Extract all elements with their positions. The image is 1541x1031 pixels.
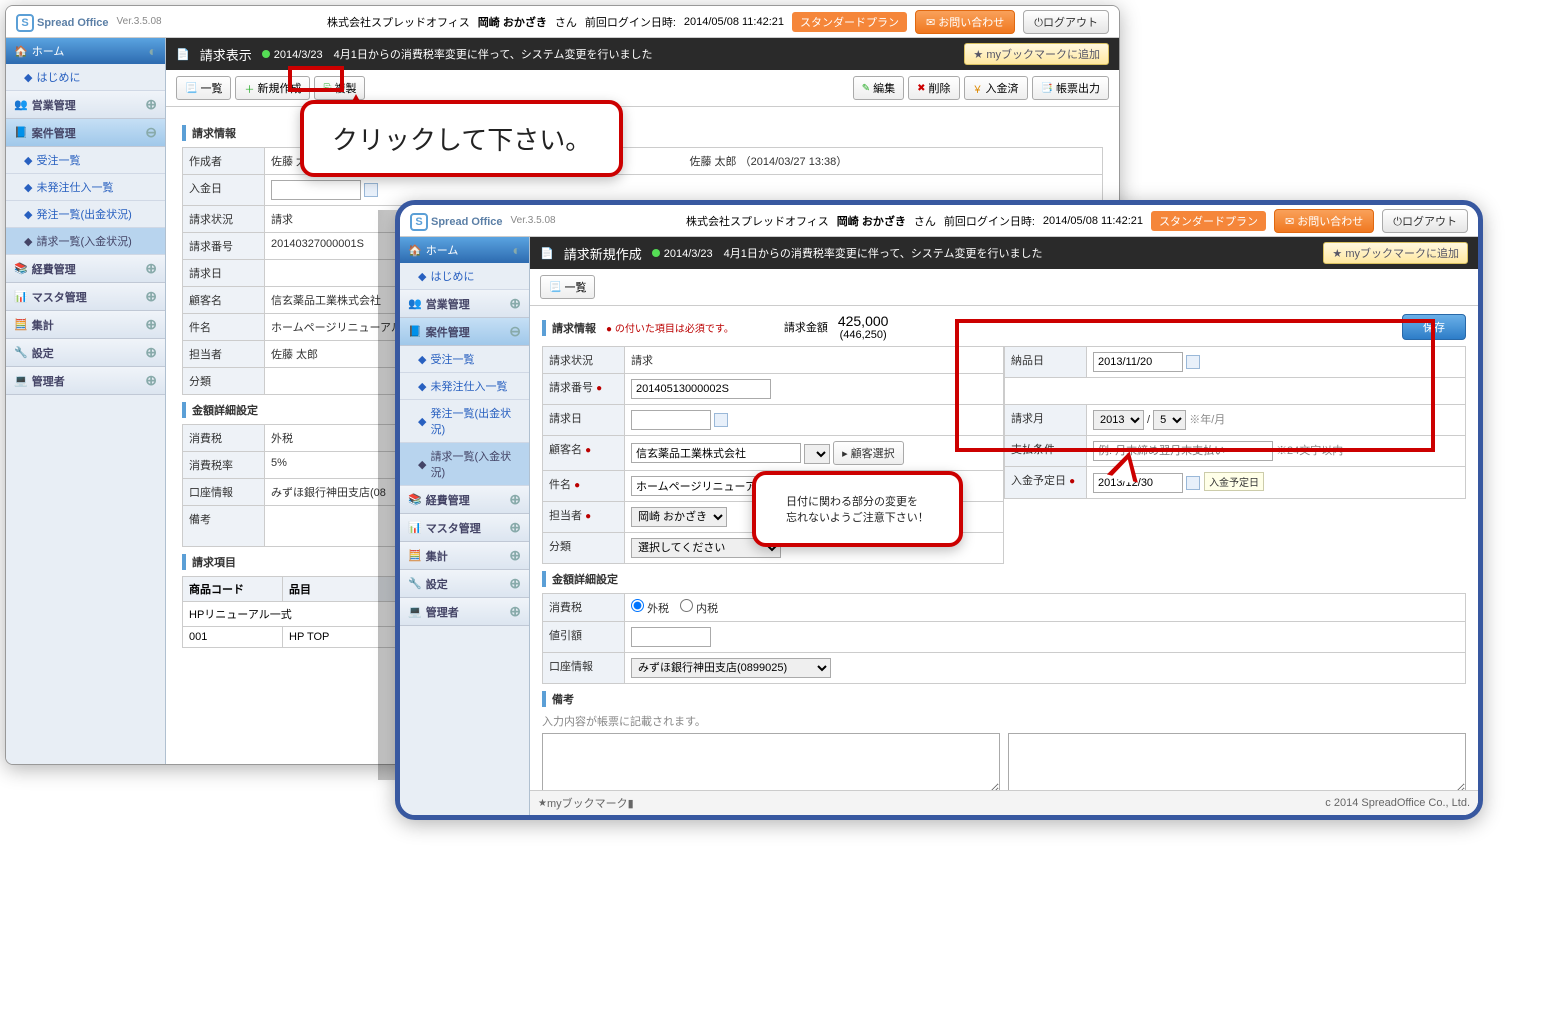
calendar-icon[interactable]: [1186, 355, 1200, 369]
sidebar-item-orders[interactable]: ◆ 受注一覧: [6, 147, 165, 174]
plan-badge-2: スタンダードプラン: [1151, 211, 1266, 231]
subject-label: 件名: [183, 314, 265, 340]
bookmark-button-2[interactable]: ★ myブックマークに追加: [1323, 242, 1468, 264]
tax-in-radio[interactable]: 内税: [680, 603, 718, 615]
list-button[interactable]: 📃一覧: [176, 76, 231, 100]
sidebar-cat-settings[interactable]: 🔧設定⊕: [6, 339, 165, 367]
bank-select[interactable]: みずほ銀行神田支店(0899025): [631, 658, 831, 678]
app-logo-2: SSpread Office: [410, 210, 503, 231]
delivery-date-input[interactable]: [1093, 352, 1183, 372]
sidebar-home-2[interactable]: 🏠 ホーム◐: [400, 237, 529, 263]
sidebar-home[interactable]: 🏠 ホーム◐: [6, 38, 165, 64]
title-bar: 📄 請求表示 2014/3/23 4月1日からの消費税率変更に伴って、システム変…: [166, 38, 1119, 70]
login-time-label: 前回ログイン日時:: [585, 14, 676, 30]
amount-value: 425,000: [838, 313, 889, 329]
app-header: SSpread Office Ver.3.5.08 株式会社スプレッドオフィス …: [6, 6, 1119, 38]
sidebar-cat-agg[interactable]: 🧮集計⊕: [6, 311, 165, 339]
calendar-icon[interactable]: [364, 183, 378, 197]
bill-year-select[interactable]: 2013: [1093, 410, 1144, 430]
tax-out-radio[interactable]: 外税: [631, 603, 669, 615]
calendar-icon[interactable]: [714, 413, 728, 427]
sidebar-cat-sales[interactable]: 👥営業管理⊕: [6, 91, 165, 119]
calendar-icon[interactable]: [1186, 476, 1200, 490]
tooltip: 入金予定日: [1204, 472, 1264, 491]
bill-month-select[interactable]: 5: [1153, 410, 1186, 430]
date-label: 請求日: [183, 260, 265, 286]
client-input[interactable]: [631, 443, 801, 463]
status-label: 請求状況: [183, 206, 265, 232]
invoice-date-input[interactable]: [631, 410, 711, 430]
logout-button[interactable]: ⏻ログアウト: [1023, 10, 1109, 34]
creator-label: 作成者: [183, 148, 265, 174]
footer-2: ★myブックマーク▮c 2014 SpreadOffice Co., Ltd.: [530, 790, 1478, 815]
amount-value-tax: (446,250): [838, 329, 889, 341]
system-notice: 2014/3/23 4月1日からの消費税率変更に伴って、システム変更を行いました: [262, 46, 955, 62]
app-header-2: SSpread Office Ver.3.5.08 株式会社スプレッドオフィス …: [400, 205, 1478, 237]
number-label: 請求番号: [183, 233, 265, 259]
sidebar-item-invoice[interactable]: ◆ 請求一覧(入金状況): [6, 228, 165, 255]
client-pick-button[interactable]: ▸ 顧客選択: [833, 441, 904, 465]
amount-label: 請求金額: [784, 319, 828, 335]
paid-button[interactable]: ￥入金済: [964, 76, 1028, 100]
new-button[interactable]: ＋新規作成: [235, 76, 310, 100]
person-label: 担当者: [183, 341, 265, 367]
callout-click: クリックして下さい。: [300, 100, 623, 177]
report-button[interactable]: 📑帳票出力: [1032, 76, 1109, 100]
page-title-2: 請求新規作成: [564, 244, 642, 263]
list-button-2[interactable]: 📃一覧: [540, 275, 595, 299]
sidebar-cat-admin[interactable]: 💻管理者⊕: [6, 367, 165, 395]
client-label: 顧客名: [183, 287, 265, 313]
note-textarea-1[interactable]: [542, 733, 1000, 790]
plan-badge: スタンダードプラン: [792, 12, 907, 32]
category-label: 分類: [183, 368, 265, 394]
paydate-label: 入金日: [183, 175, 265, 205]
note-textarea-2[interactable]: [1008, 733, 1466, 790]
company-name: 株式会社スプレッドオフィス: [327, 14, 470, 30]
sidebar-item-intro[interactable]: ◆ はじめに: [6, 64, 165, 91]
sidebar-2: 🏠 ホーム◐ ◆ はじめに 👥営業管理⊕ 📘案件管理⊖ ◆ 受注一覧 ◆ 未発注…: [400, 237, 530, 815]
user-name: 岡崎 おかざき: [478, 14, 547, 30]
toolbar-2: 📃一覧: [530, 269, 1478, 306]
sidebar-item-unordered[interactable]: ◆ 未発注仕入一覧: [6, 174, 165, 201]
page-title: 請求表示: [200, 45, 252, 64]
edit-button[interactable]: ✎編集: [853, 76, 904, 100]
save-button[interactable]: 保存: [1402, 314, 1466, 340]
callout-date-warning: 日付に関わる部分の変更を忘れないようご注意下さい！: [752, 471, 963, 547]
sidebar-cat-projects[interactable]: 📘案件管理⊖: [6, 119, 165, 147]
sidebar: 🏠 ホーム◐ ◆ はじめに 👥営業管理⊕ 📘案件管理⊖ ◆ 受注一覧 ◆ 未発注…: [6, 38, 166, 764]
logout-button-2[interactable]: ⏻ログアウト: [1382, 209, 1468, 233]
discount-input[interactable]: [631, 627, 711, 647]
sidebar-item-po[interactable]: ◆ 発注一覧(出金状況): [6, 201, 165, 228]
login-time: 2014/05/08 11:42:21: [684, 16, 784, 28]
invoice-number-input[interactable]: [631, 379, 771, 399]
app-version: Ver.3.5.08: [117, 16, 162, 27]
delete-button[interactable]: ✖削除: [908, 76, 959, 100]
page-icon: 📄: [176, 48, 190, 61]
bookmark-button[interactable]: ★ myブックマークに追加: [964, 43, 1109, 65]
page-icon-2: 📄: [540, 247, 554, 260]
client-select[interactable]: [804, 444, 830, 464]
required-note: ● の付いた項目は必須です。: [606, 320, 734, 335]
person-select[interactable]: 岡崎 おかざき: [631, 507, 727, 527]
sidebar-cat-expense[interactable]: 📚経費管理⊕: [6, 255, 165, 283]
title-bar-2: 📄 請求新規作成 2014/3/23 4月1日からの消費税率変更に伴って、システ…: [530, 237, 1478, 269]
creator-right: 佐藤 太郎 （2014/03/27 13:38）: [684, 148, 1103, 174]
contact-button-2[interactable]: ✉ お問い合わせ: [1274, 209, 1374, 233]
app-logo: SSpread Office: [16, 11, 109, 32]
contact-button[interactable]: ✉ お問い合わせ: [915, 10, 1015, 34]
paydate-input[interactable]: [271, 180, 361, 200]
sidebar-cat-master[interactable]: 📊マスタ管理⊕: [6, 283, 165, 311]
